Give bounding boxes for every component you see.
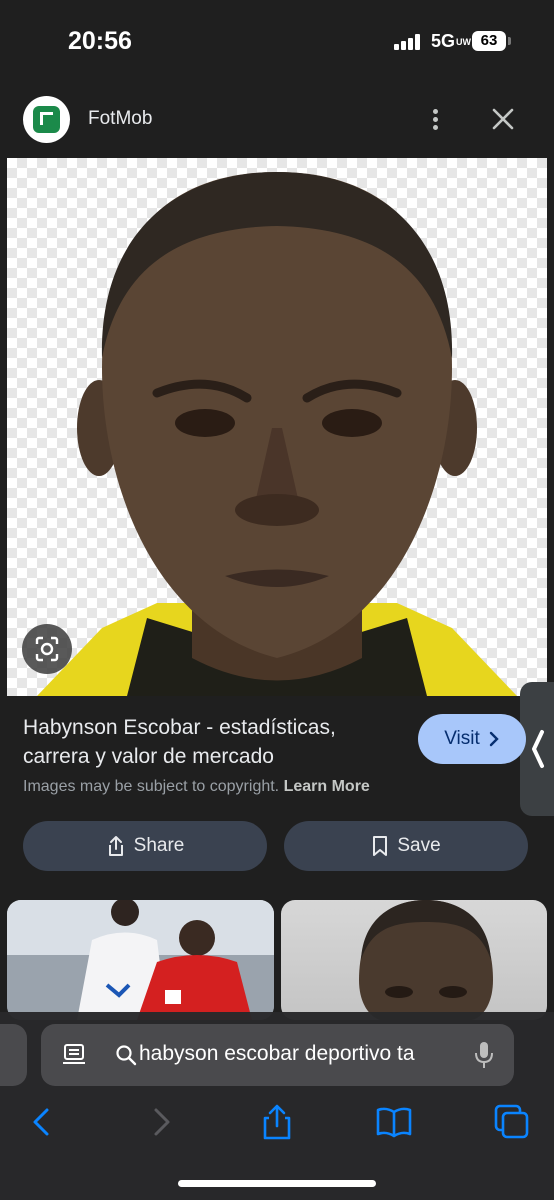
network-indicator: 5GUW	[431, 31, 472, 51]
chevron-right-icon	[489, 731, 499, 747]
mic-icon[interactable]	[473, 1040, 495, 1070]
chevron-left-icon	[532, 730, 544, 768]
address-bar[interactable]: habyson escobar deportivo ta	[41, 1024, 514, 1086]
reader-icon[interactable]	[61, 1042, 87, 1068]
lens-icon[interactable]	[22, 624, 72, 674]
share-icon	[108, 836, 123, 856]
learn-more-link[interactable]: Learn More	[284, 778, 370, 795]
home-indicator	[178, 1180, 376, 1187]
bookmarks-icon[interactable]	[374, 1102, 414, 1142]
copyright-notice: Images may be subject to copyright. Lear…	[23, 778, 370, 795]
side-panel-handle[interactable]	[520, 682, 554, 816]
save-button[interactable]: Save	[284, 821, 528, 871]
share-label: Share	[133, 835, 185, 856]
forward-icon[interactable]	[141, 1102, 181, 1142]
source-name[interactable]: FotMob	[88, 108, 152, 130]
share-page-icon[interactable]	[257, 1102, 297, 1142]
close-icon[interactable]	[488, 104, 518, 134]
fotmob-logo-icon[interactable]	[23, 96, 70, 143]
battery-tip	[508, 37, 511, 45]
related-image[interactable]	[7, 900, 274, 1020]
more-vert-icon[interactable]	[423, 106, 447, 136]
main-image[interactable]	[7, 158, 547, 696]
signal-icon	[394, 34, 422, 50]
bookmark-icon	[373, 836, 388, 856]
status-time: 20:56	[68, 27, 132, 55]
visit-button[interactable]: Visit	[418, 714, 526, 764]
source-header: FotMob	[0, 80, 554, 158]
battery-indicator: 63	[472, 31, 506, 51]
tabs-icon[interactable]	[492, 1102, 532, 1142]
save-label: Save	[397, 835, 441, 856]
status-bar: 20:56 5GUW 63	[0, 0, 554, 80]
result-title[interactable]: Habynson Escobar - estadísticas, carrera…	[23, 713, 408, 771]
search-icon	[116, 1045, 137, 1066]
related-image[interactable]	[281, 900, 547, 1020]
previous-tab-peek[interactable]	[0, 1024, 27, 1086]
url-text[interactable]: habyson escobar deportivo ta	[139, 1042, 477, 1066]
share-button[interactable]: Share	[23, 821, 267, 871]
back-icon[interactable]	[22, 1102, 62, 1142]
visit-label: Visit	[444, 728, 480, 749]
